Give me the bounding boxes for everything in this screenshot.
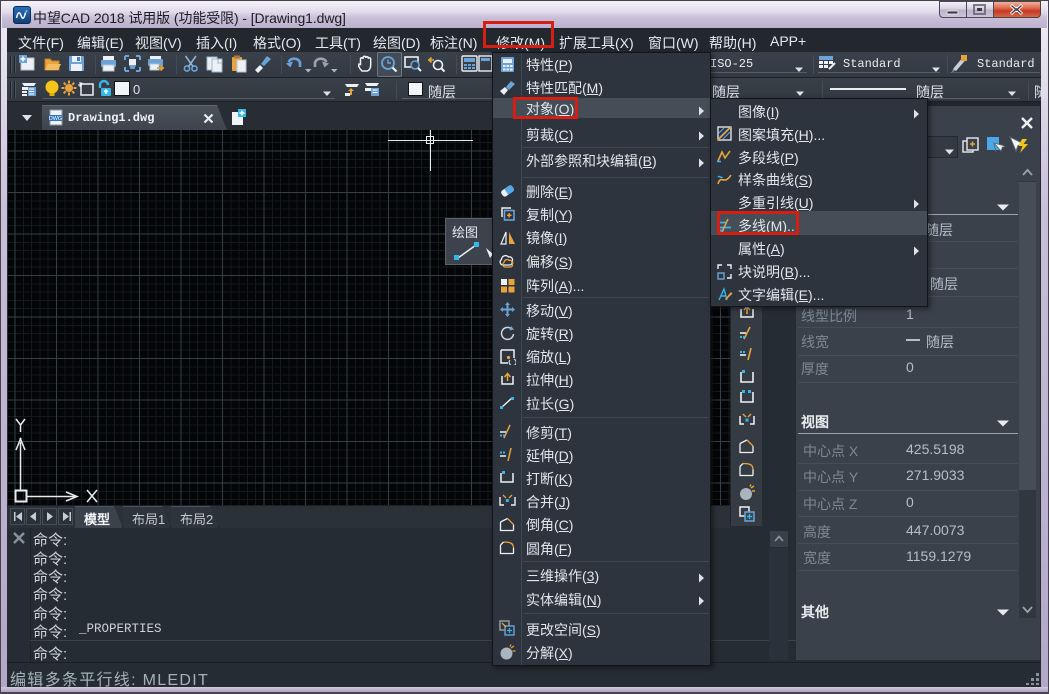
svg-text:DWG: DWG [49,116,62,122]
